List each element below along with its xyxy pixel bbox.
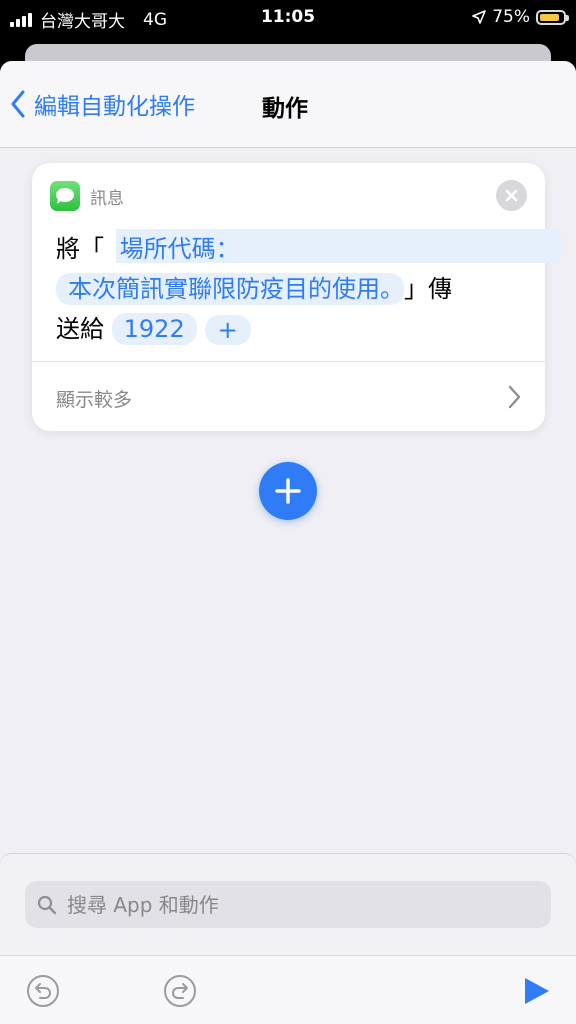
plus-icon <box>275 478 301 504</box>
close-icon <box>505 189 518 202</box>
undo-icon[interactable] <box>26 974 60 1008</box>
action-search-panel <box>0 853 576 966</box>
action-sentence: 將「 場所代碼： 本次簡訊實聯限防疫目的使用。 」傳 送給 1922 + <box>56 229 561 349</box>
sentence-prefix: 將「 <box>56 235 104 263</box>
back-label: 編輯自動化操作 <box>34 94 195 120</box>
action-app-name: 訊息 <box>90 188 124 209</box>
sentence-recipient-prefix: 送給 <box>56 315 104 343</box>
editor-sheet: 編輯自動化操作 動作 訊息 將「 場所代碼： 本次簡訊實聯限防疫目的使用。 」傳 … <box>0 61 576 1024</box>
sentence-suffix: 」傳 <box>404 275 452 303</box>
play-icon[interactable] <box>520 974 554 1008</box>
messages-app-icon <box>50 181 80 211</box>
search-input[interactable] <box>65 891 529 918</box>
battery-icon <box>536 9 569 25</box>
recipient-token[interactable]: 1922 <box>111 313 197 345</box>
bottom-toolbar <box>0 955 576 1024</box>
navigation-bar: 編輯自動化操作 動作 <box>0 61 576 148</box>
show-more-button[interactable]: 顯示較多 <box>56 385 132 412</box>
chevron-left-icon <box>11 90 25 118</box>
back-button[interactable]: 編輯自動化操作 <box>10 87 195 121</box>
search-icon <box>37 895 57 914</box>
battery-percent: 75% <box>492 7 530 27</box>
redo-icon[interactable] <box>163 974 197 1008</box>
add-recipient-button[interactable]: + <box>204 315 251 345</box>
status-bar: 台灣大哥大 4G 11:05 75% <box>0 0 576 40</box>
card-divider <box>32 361 545 362</box>
location-icon <box>472 10 487 24</box>
add-action-button[interactable] <box>259 462 317 520</box>
message-token-line2[interactable]: 本次簡訊實聯限防疫目的使用。 <box>56 273 404 305</box>
remove-action-button[interactable] <box>496 180 527 211</box>
search-bar[interactable] <box>25 881 551 928</box>
page-title: 動作 <box>262 96 308 122</box>
send-message-action-card: 訊息 將「 場所代碼： 本次簡訊實聯限防疫目的使用。 」傳 送給 1922 + 顯示… <box>32 163 561 431</box>
message-token-line1[interactable]: 場所代碼： <box>120 235 240 263</box>
chevron-right-icon[interactable] <box>507 385 521 409</box>
